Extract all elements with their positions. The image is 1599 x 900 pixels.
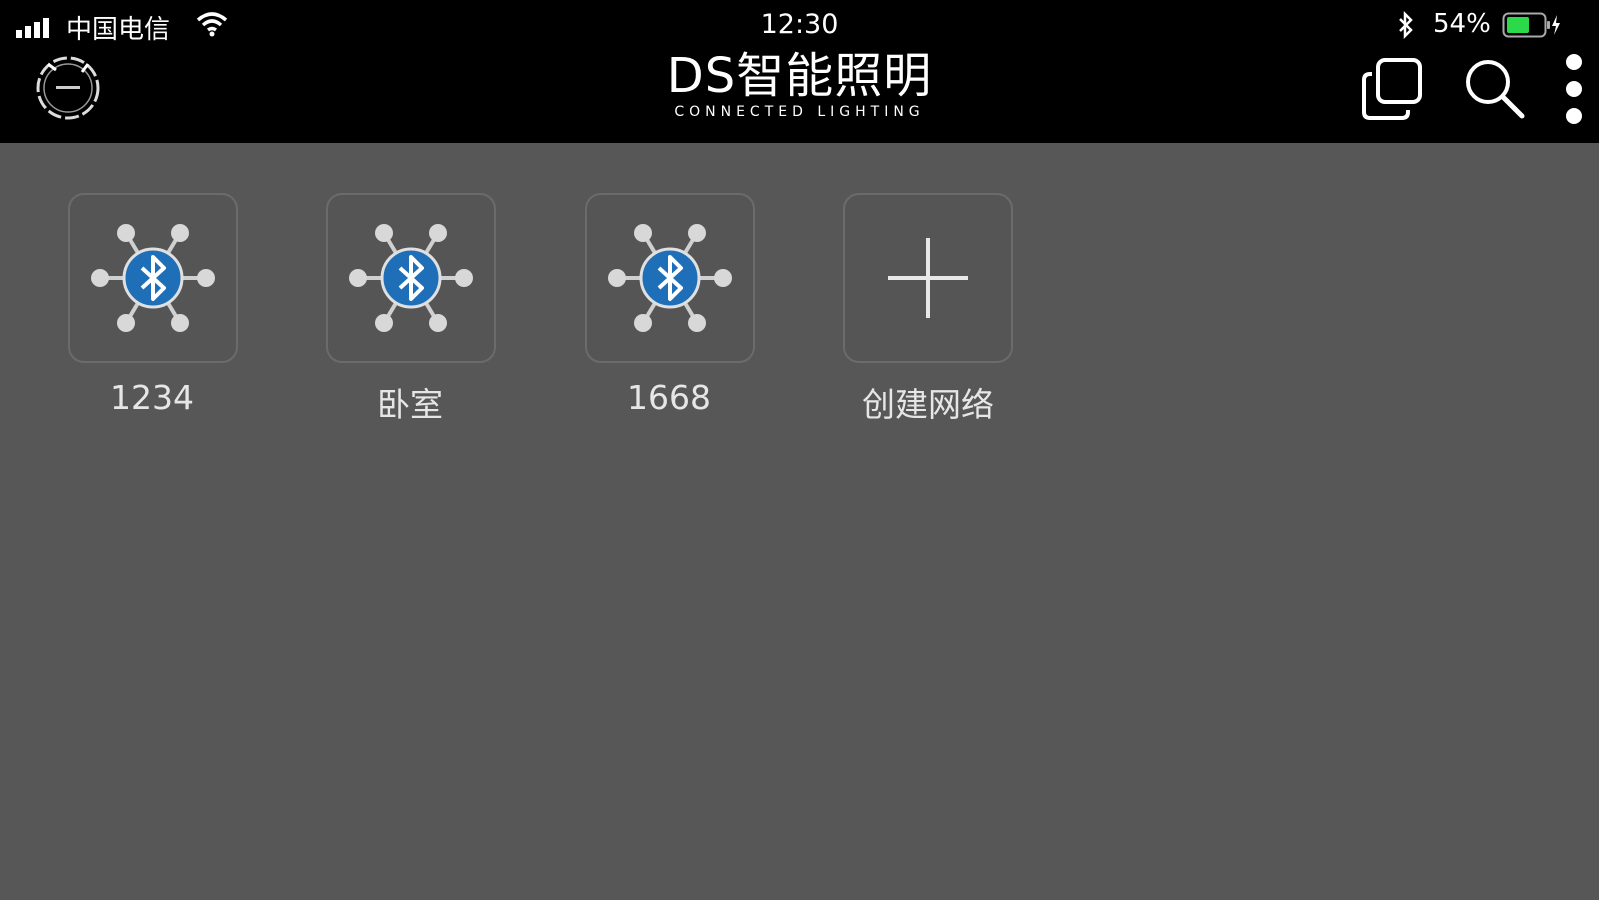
bluetooth-network-icon — [349, 224, 473, 332]
network-tile-bedroom[interactable] — [326, 193, 496, 363]
create-network-label: 创建网络 — [862, 385, 994, 424]
network-label: 1668 — [627, 378, 711, 417]
network-tile-1234[interactable] — [68, 193, 238, 363]
create-network-button[interactable] — [843, 193, 1013, 363]
network-tile-1668[interactable] — [585, 193, 755, 363]
bluetooth-network-icon — [608, 224, 732, 332]
bluetooth-status-icon — [1399, 11, 1413, 39]
status-time: 12:30 — [760, 9, 839, 40]
battery-percent: 54% — [1433, 9, 1491, 39]
status-bar: 中国电信 12:30 54% — [0, 0, 1599, 50]
battery-icon — [1502, 12, 1560, 38]
network-label: 卧室 — [377, 385, 443, 424]
bluetooth-network-icon — [91, 224, 215, 332]
network-label: 1234 — [110, 378, 194, 417]
more-vertical-icon[interactable] — [1564, 52, 1584, 126]
copy-icon[interactable] — [1360, 56, 1426, 122]
plus-icon — [888, 238, 968, 318]
app-header: 中国电信 12:30 54% DS智能照明 CONNECTED LIGHTING — [0, 0, 1599, 143]
search-icon[interactable] — [1462, 56, 1528, 122]
